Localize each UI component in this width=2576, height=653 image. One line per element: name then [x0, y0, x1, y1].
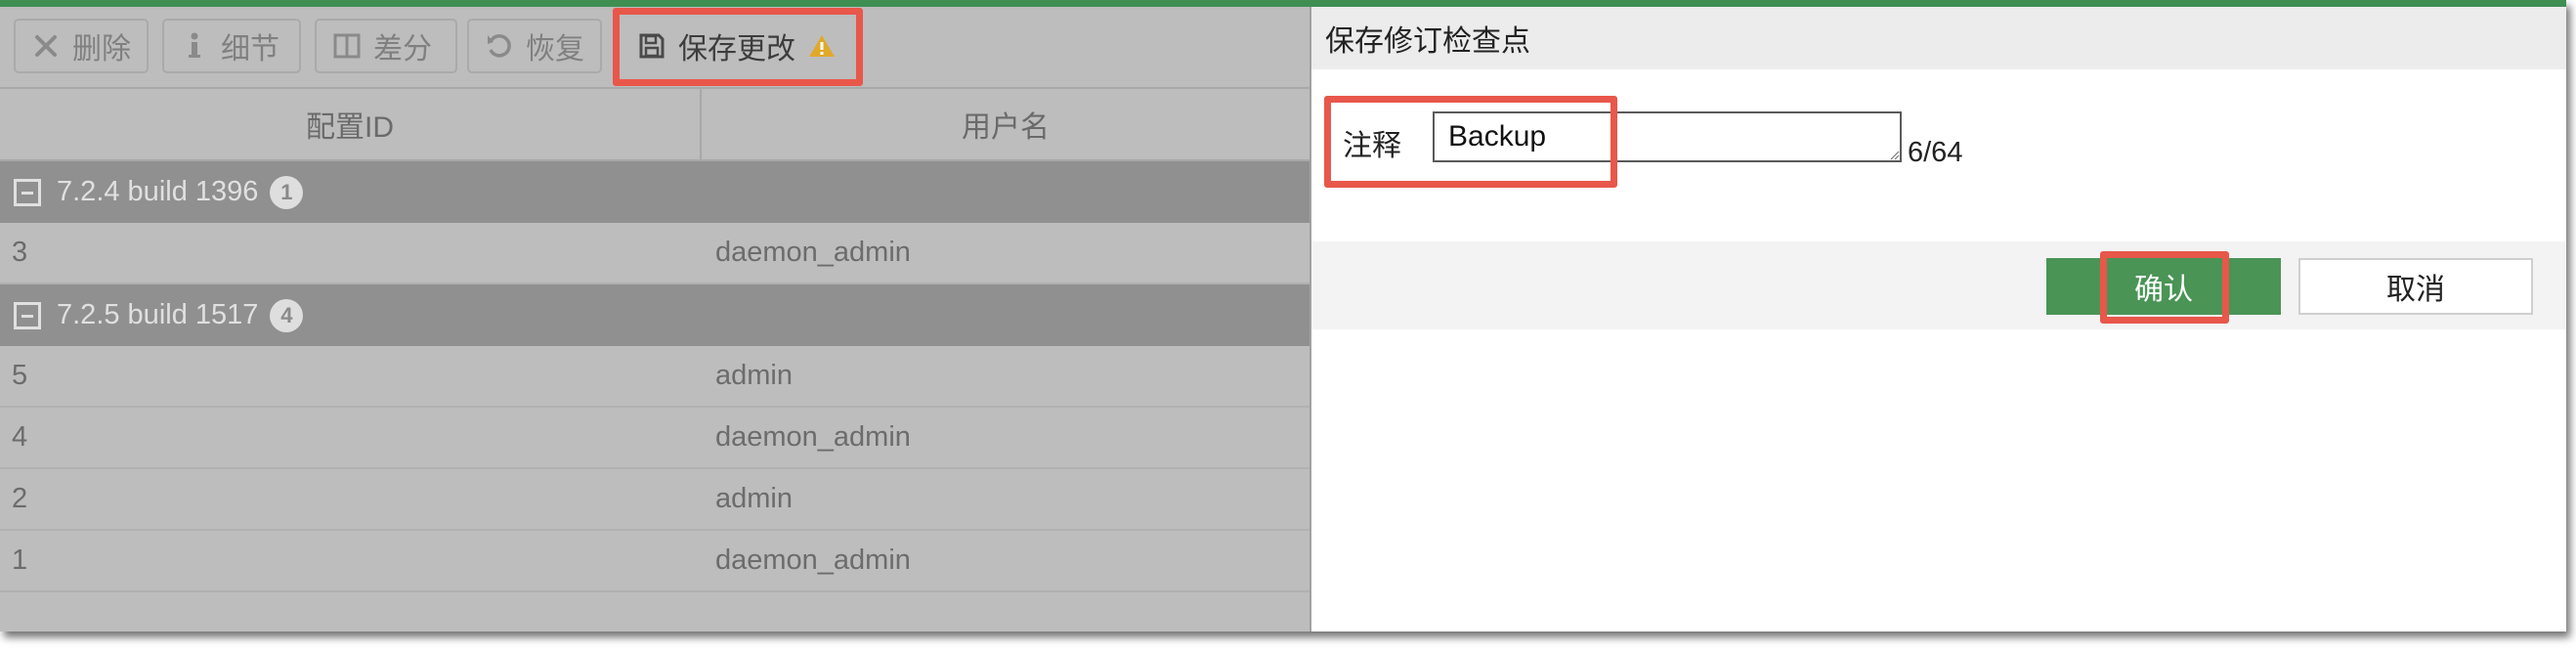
floppy-disk-icon	[637, 31, 666, 61]
config-id-cell: 4	[12, 421, 28, 453]
config-table: 配置ID 用户名 7.2.4 build 1396 1 3 daemon_adm…	[0, 87, 1309, 631]
app-window: 删除 细节 差分 恢复 保存更改 配置ID 用户名 7.2.4 build 13…	[0, 0, 2566, 631]
username-cell: daemon_admin	[715, 421, 911, 453]
undo-icon	[485, 31, 514, 61]
restore-label: 恢复	[526, 33, 584, 65]
group-count-badge: 1	[270, 175, 304, 209]
table-header: 配置ID 用户名	[0, 87, 1309, 161]
config-id-cell: 5	[12, 360, 28, 391]
delete-button[interactable]: 删除	[14, 19, 149, 73]
char-count: 6/64	[1908, 137, 1963, 168]
config-id-cell: 2	[12, 483, 28, 514]
config-id-cell: 3	[12, 237, 28, 268]
table-row[interactable]: 1 daemon_admin	[0, 531, 1309, 592]
username-cell: admin	[715, 483, 793, 514]
split-view-icon	[332, 31, 362, 61]
resize-handle-icon[interactable]	[1890, 151, 1900, 160]
accent-bar	[0, 0, 2566, 7]
restore-button[interactable]: 恢复	[467, 19, 602, 73]
table-row[interactable]: 4 daemon_admin	[0, 408, 1309, 469]
save-changes-button[interactable]: 保存更改	[620, 19, 854, 73]
group-label: 7.2.5 build 1517	[57, 299, 259, 330]
column-header-username[interactable]: 用户名	[702, 89, 1309, 159]
table-row[interactable]: 2 admin	[0, 469, 1309, 531]
group-row-7-2-5[interactable]: 7.2.5 build 1517 4	[0, 284, 1309, 346]
confirm-button[interactable]: 确认	[2046, 258, 2281, 315]
details-label: 细节	[221, 33, 279, 65]
diff-label: 差分	[373, 33, 432, 65]
collapse-icon[interactable]	[14, 178, 41, 206]
column-header-config-id[interactable]: 配置ID	[0, 89, 702, 159]
comment-input[interactable]	[1433, 111, 1902, 162]
comment-label: 注释	[1343, 130, 1401, 162]
username-cell: daemon_admin	[715, 237, 911, 268]
x-icon	[31, 31, 61, 61]
group-label: 7.2.4 build 1396	[57, 176, 259, 207]
cancel-button[interactable]: 取消	[2298, 258, 2533, 315]
table-row[interactable]: 5 admin	[0, 346, 1309, 408]
config-id-cell: 1	[12, 544, 28, 576]
username-cell: admin	[715, 360, 793, 391]
table-row[interactable]: 3 daemon_admin	[0, 223, 1309, 284]
toolbar: 删除 细节 差分 恢复 保存更改	[0, 7, 1309, 87]
save-changes-label: 保存更改	[678, 33, 795, 65]
username-cell: daemon_admin	[715, 544, 911, 576]
diff-button[interactable]: 差分	[315, 19, 457, 73]
collapse-icon[interactable]	[14, 301, 41, 329]
delete-label: 删除	[72, 33, 131, 65]
save-checkpoint-dialog: 保存修订检查点 注释 6/64 确认 取消	[1309, 7, 2566, 631]
group-row-7-2-4[interactable]: 7.2.4 build 1396 1	[0, 161, 1309, 223]
dialog-title: 保存修订检查点	[1311, 7, 2566, 69]
info-icon	[180, 31, 209, 61]
details-button[interactable]: 细节	[162, 19, 301, 73]
group-count-badge: 4	[270, 298, 304, 332]
warning-triangle-icon	[807, 31, 837, 61]
